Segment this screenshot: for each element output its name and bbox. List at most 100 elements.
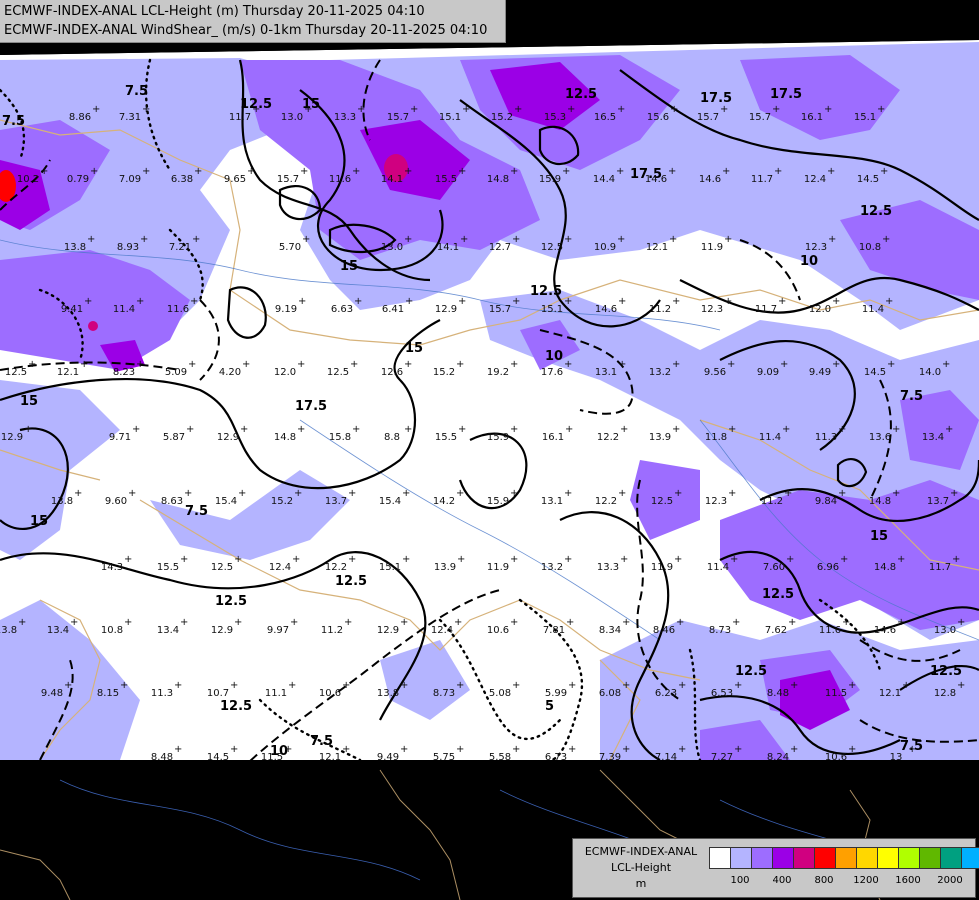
contour-label: 7.5 <box>185 504 208 519</box>
station-value: 19.2 <box>487 367 509 378</box>
station-marker: + <box>404 359 412 370</box>
station-marker: + <box>727 359 735 370</box>
station-marker: + <box>456 488 464 499</box>
station-value: 7.31 <box>119 112 141 123</box>
station-marker: + <box>405 296 413 307</box>
station-marker: + <box>877 104 885 115</box>
legend-unit: m <box>635 877 647 890</box>
station-marker: + <box>510 424 518 435</box>
station-marker: + <box>18 617 26 628</box>
station-marker: + <box>678 744 686 755</box>
station-value: 14.4 <box>593 174 615 185</box>
station-marker: + <box>142 104 150 115</box>
station-value: 13.2 <box>649 367 671 378</box>
station-value: 12.5 <box>327 367 349 378</box>
station-marker: + <box>670 104 678 115</box>
station-marker: + <box>720 104 728 115</box>
station-marker: + <box>957 617 965 628</box>
station-marker: + <box>838 488 846 499</box>
station-marker: + <box>234 554 242 565</box>
contour-label: 10 <box>800 254 818 269</box>
station-marker: + <box>908 744 916 755</box>
station-marker: + <box>952 554 960 565</box>
station-value: 12.2 <box>595 496 617 507</box>
station-value: 15.2 <box>433 367 455 378</box>
station-marker: + <box>404 234 412 245</box>
station-value: 13.0 <box>381 242 403 253</box>
station-value: 10.6 <box>319 688 341 699</box>
contour-label: 7.5 <box>900 389 923 404</box>
station-value: 14.8 <box>274 432 296 443</box>
station-value: 16.1 <box>542 432 564 443</box>
station-marker: + <box>510 166 518 177</box>
station-marker: + <box>400 680 408 691</box>
station-marker: + <box>840 554 848 565</box>
station-value: 8.8 <box>384 432 400 443</box>
station-marker: + <box>292 554 300 565</box>
legend-swatch <box>919 847 941 869</box>
station-value: 0.79 <box>67 174 89 185</box>
station-value: 14.8 <box>869 496 891 507</box>
station-marker: + <box>950 488 958 499</box>
legend-swatch <box>898 847 920 869</box>
station-marker: + <box>616 166 624 177</box>
station-value: 8.15 <box>97 688 119 699</box>
station-marker: + <box>352 166 360 177</box>
station-marker: + <box>676 617 684 628</box>
contour-label: 12.5 <box>860 204 892 219</box>
station-marker: + <box>342 744 350 755</box>
station-value: 15.9 <box>539 174 561 185</box>
contour-label: 7.5 <box>310 734 333 749</box>
station-marker: + <box>620 424 628 435</box>
station-marker: + <box>510 554 518 565</box>
station-marker: + <box>184 488 192 499</box>
station-value: 5.08 <box>489 688 511 699</box>
station-marker: + <box>510 359 518 370</box>
station-marker: + <box>128 488 136 499</box>
station-value: 15.2 <box>491 112 513 123</box>
station-marker: + <box>564 488 572 499</box>
station-value: 12.3 <box>701 304 723 315</box>
station-value: 11.9 <box>651 562 673 573</box>
station-marker: + <box>342 680 350 691</box>
station-marker: + <box>622 744 630 755</box>
station-value: 11.2 <box>649 304 671 315</box>
station-value: 10.6 <box>487 625 509 636</box>
station-value: 11.8 <box>705 432 727 443</box>
legend-swatch <box>751 847 773 869</box>
station-marker: + <box>568 744 576 755</box>
station-value: 7.21 <box>169 242 191 253</box>
station-marker: + <box>724 296 732 307</box>
station-marker: + <box>564 554 572 565</box>
station-marker: + <box>190 296 198 307</box>
station-value: 14.5 <box>864 367 886 378</box>
station-value: 9.56 <box>704 367 726 378</box>
station-value: 15.8 <box>329 432 351 443</box>
station-marker: + <box>70 617 78 628</box>
station-value: 9.71 <box>109 432 131 443</box>
station-marker: + <box>790 744 798 755</box>
station-value: 15.7 <box>489 304 511 315</box>
station-value: 14.3 <box>101 562 123 573</box>
station-marker: + <box>120 680 128 691</box>
station-marker: + <box>298 296 306 307</box>
station-value: 11.3 <box>815 432 837 443</box>
station-value: 12.0 <box>809 304 831 315</box>
contour-label: 15 <box>30 514 48 529</box>
station-marker: + <box>230 680 238 691</box>
station-value: 14.6 <box>595 304 617 315</box>
station-marker: + <box>462 104 470 115</box>
station-value: 7.62 <box>765 625 787 636</box>
station-value: 11.4 <box>707 562 729 573</box>
station-value: 12.9 <box>377 625 399 636</box>
station-marker: + <box>404 166 412 177</box>
station-marker: + <box>957 680 965 691</box>
station-marker: + <box>402 488 410 499</box>
station-marker: + <box>722 166 730 177</box>
station-marker: + <box>180 617 188 628</box>
station-value: 13.9 <box>434 562 456 573</box>
station-value: 14.1 <box>381 174 403 185</box>
legend-swatch <box>814 847 836 869</box>
contour-label: 15 <box>20 394 38 409</box>
station-marker: + <box>132 424 140 435</box>
